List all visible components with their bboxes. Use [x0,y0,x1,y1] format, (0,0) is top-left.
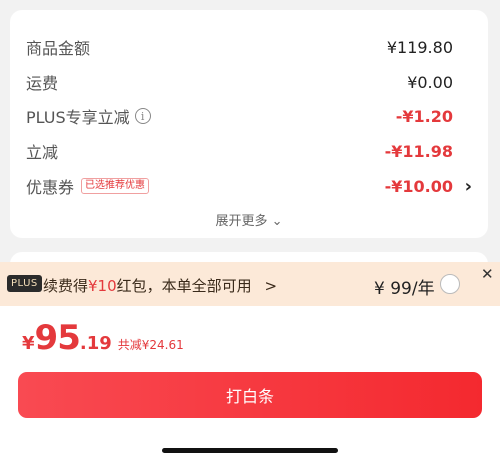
expand-more-label: 展开更多 [215,214,268,229]
row-goods-amount: 商品金额 ¥119.80 [10,30,488,64]
total-integer: 95 [34,318,81,358]
plus-renewal-bar[interactable]: PLUS 续费得¥10红包，本单全部可用 > ¥ 99/年 ✕ [0,262,500,306]
coupon-label-wrap: 优惠券 已选推荐优惠 [26,174,150,198]
row-shipping: 运费 ¥0.00 [10,65,488,99]
expand-more-button[interactable]: 展开更多 ⌄ [10,210,488,229]
instant-discount-label: 立减 [26,143,59,162]
plus-discount-label-wrap: PLUS专享立减 i [26,104,151,128]
home-indicator[interactable] [162,448,338,453]
row-instant-discount: 立减 -¥11.98 [10,134,488,168]
checkout-panel: PLUS 续费得¥10红包，本单全部可用 > ¥ 99/年 ✕ ¥ 95 .19… [0,262,500,464]
chevron-down-icon: ⌄ [271,214,283,229]
plus-promo-prefix: 续费得 [43,277,89,295]
shipping-label: 运费 [26,74,59,93]
plus-discount-label: PLUS专享立减 [26,108,130,127]
plus-chevron-icon: > [264,277,278,295]
coupon-label: 优惠券 [26,178,75,197]
order-summary-card: 商品金额 ¥119.80 运费 ¥0.00 PLUS专享立减 i -¥1.20 … [10,10,488,238]
total-saving: 共减¥24.61 [117,338,184,352]
plus-promo-suffix: 红包，本单全部可用 [116,277,252,295]
row-coupon[interactable]: 优惠券 已选推荐优惠 -¥10.00 › [10,169,488,203]
goods-amount-value: ¥119.80 [386,37,453,57]
total-decimal: .19 [79,333,112,354]
total-price: ¥ 95 .19 共减¥24.61 [22,318,184,358]
info-icon[interactable]: i [134,108,151,124]
chevron-right-icon[interactable]: › [465,176,472,197]
plus-badge: PLUS [7,275,42,292]
instant-discount-value: -¥11.98 [384,141,453,161]
plus-promo-text: 续费得¥10红包，本单全部可用 > [43,275,277,296]
plus-promo-highlight: ¥10 [88,277,117,295]
plus-discount-value: -¥1.20 [395,106,453,126]
plus-select-radio[interactable] [440,274,460,294]
row-plus-discount: PLUS专享立减 i -¥1.20 [10,99,488,133]
goods-amount-label: 商品金额 [26,39,91,58]
coupon-recommended-tag: 已选推荐优惠 [81,178,150,194]
plus-price: ¥ 99/年 [374,279,435,299]
currency-symbol: ¥ [22,333,35,354]
pay-button[interactable]: 打白条 [18,372,482,418]
coupon-value: -¥10.00 [384,176,453,196]
close-icon[interactable]: ✕ [481,265,494,283]
shipping-value: ¥0.00 [407,72,453,92]
